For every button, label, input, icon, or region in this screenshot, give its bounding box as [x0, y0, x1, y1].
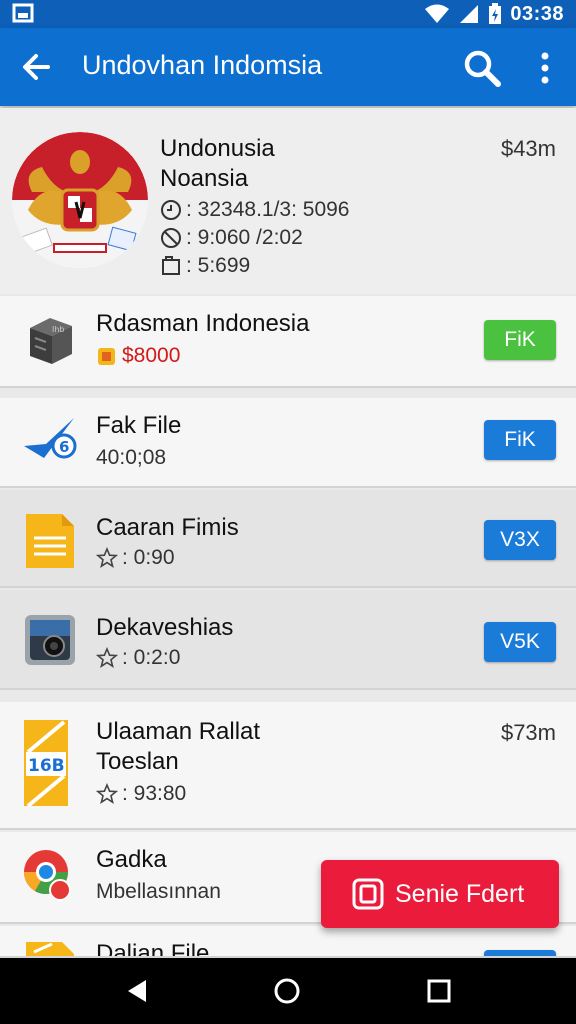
stat-row-1: : 32348.1/3: 5096 [160, 198, 349, 222]
list-item-subtitle: Mbellasınnan [96, 880, 221, 903]
featured-item-name: Undonusia Noansia [160, 135, 275, 192]
list-item[interactable]: Caaran Fimis : 0:90 V3X [0, 490, 576, 588]
svg-text:Ihb: Ihb [52, 325, 65, 334]
list-item-rating: : 93:80 [96, 782, 186, 806]
system-nav-bar [0, 958, 576, 1024]
floating-action-button[interactable]: Senie Fdert [321, 860, 559, 928]
chrome-like-icon [24, 850, 71, 901]
folder-icon [162, 256, 180, 275]
checkmark-badge-icon: 6 [24, 418, 77, 459]
stat-row-2: : 9:060 /2:02 [160, 226, 303, 250]
item-action-button[interactable] [484, 950, 556, 956]
server-box-icon: Ihb [30, 318, 72, 364]
list-item-title: Gadka [96, 846, 167, 873]
calendar-book-icon: 16B [24, 720, 68, 808]
item-action-button[interactable]: V3X [484, 520, 556, 560]
list-item-price: $73m [500, 720, 556, 745]
list-item[interactable]: Dekaveshias : 0:2:0 V5K [0, 590, 576, 690]
svg-text:16B: 16B [28, 756, 65, 776]
back-icon[interactable] [122, 976, 152, 1006]
document-icon [26, 514, 74, 568]
list-item-title: Fak File [96, 412, 182, 439]
item-action-button[interactable]: FiK [484, 420, 556, 460]
list-item-title: Rdasman Indonesia [96, 310, 310, 337]
garuda-emblem-icon [12, 132, 148, 268]
list-item[interactable]: Dalian File [0, 926, 576, 958]
svg-text:6: 6 [59, 438, 69, 456]
featured-item-card[interactable]: Undonusia Noansia $43m : 32348.1/3: 5096… [0, 108, 576, 294]
status-bar: 03:38 [0, 0, 576, 28]
star-icon [96, 647, 118, 668]
coin-icon [98, 348, 115, 365]
star-icon [96, 547, 118, 568]
back-arrow-icon[interactable] [18, 48, 56, 86]
list-item-title: Dalian File [96, 940, 210, 958]
clock: 03:38 [510, 2, 564, 25]
fab-label: Senie Fdert [395, 879, 525, 908]
clock-icon [161, 200, 181, 220]
list-item-price: $8000 [96, 344, 180, 368]
recents-icon[interactable] [424, 976, 454, 1006]
screenshot-notification-icon [12, 3, 34, 23]
wifi-icon [425, 4, 450, 23]
list-item-title: Dekaveshias [96, 614, 234, 641]
more-options-icon[interactable] [530, 50, 560, 86]
battery-icon [489, 3, 502, 24]
search-icon[interactable] [462, 48, 502, 88]
list-item-subtitle: 40:0;08 [96, 446, 167, 469]
list-item[interactable]: 6 Fak File 40:0;08 FiK [0, 398, 576, 488]
list-item-rating: : 0:2:0 [96, 646, 180, 670]
app-bar: Undovhan Indomsia [0, 28, 576, 106]
featured-item-price: $43m [500, 136, 556, 161]
camera-icon [25, 615, 75, 665]
item-action-button[interactable]: FiK [484, 320, 556, 360]
square-icon [352, 878, 384, 910]
refresh-icon [161, 228, 181, 248]
home-icon[interactable] [272, 976, 302, 1006]
document-icon [26, 942, 74, 956]
star-icon [96, 783, 118, 804]
list-item[interactable]: 16B Ulaaman Rallat Toeslan : 93:80 $73m [0, 702, 576, 830]
signal-icon [460, 5, 479, 23]
list-item-title: Ulaaman Rallat Toeslan [96, 718, 261, 775]
list-item[interactable]: Ihb Rdasman Indonesia $8000 FiK [0, 296, 576, 388]
item-action-button[interactable]: V5K [484, 622, 556, 662]
stat-row-3: : 5:699 [160, 254, 250, 278]
list-item-title: Caaran Fimis [96, 514, 239, 541]
page-title: Undovhan Indomsia [82, 50, 323, 80]
list-item-rating: : 0:90 [96, 546, 175, 570]
